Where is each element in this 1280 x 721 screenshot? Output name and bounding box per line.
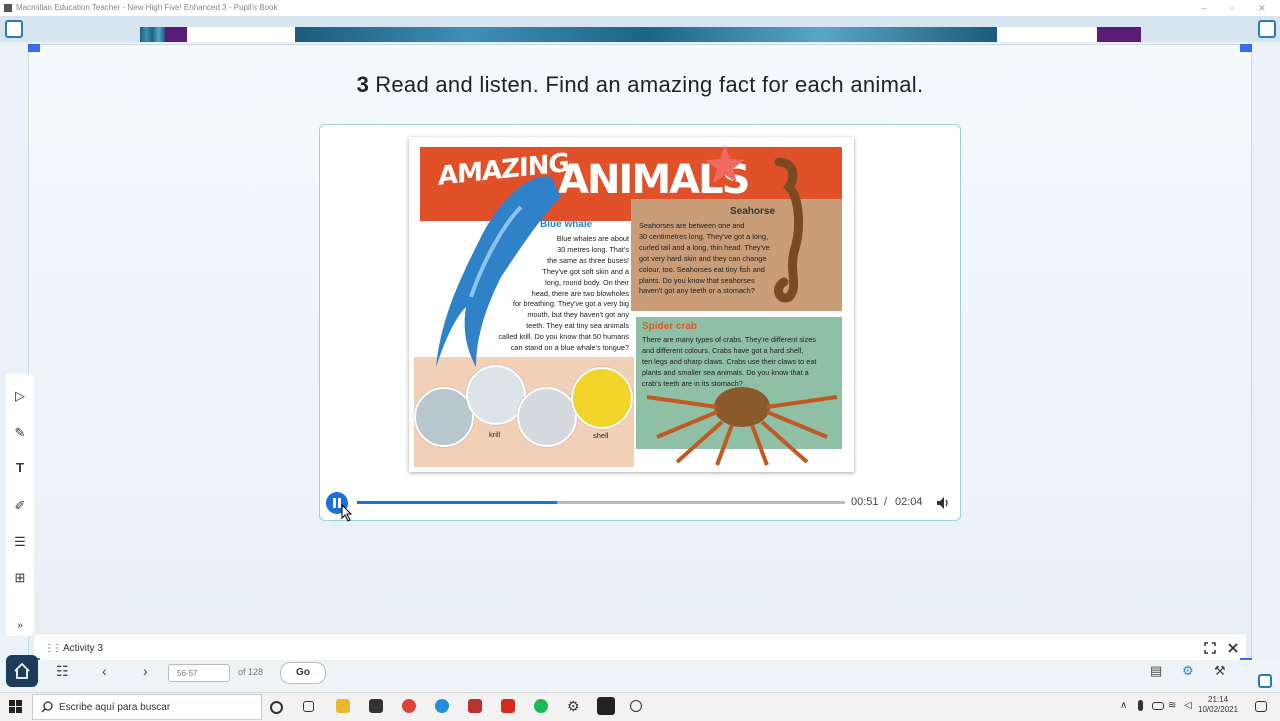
audio-progress-track[interactable] bbox=[357, 501, 845, 504]
taskbar-clock[interactable]: 21:14 10/02/2021 bbox=[1198, 695, 1238, 715]
header-accent-left bbox=[165, 27, 187, 42]
speaker-icon[interactable]: ◁ bbox=[1184, 700, 1198, 714]
notes-icon[interactable]: ☰ bbox=[12, 534, 28, 550]
search-icon bbox=[41, 701, 53, 713]
whale-text: Blue whales are about 30 metres long. Th… bbox=[498, 234, 629, 353]
next-page-icon[interactable]: › bbox=[143, 663, 148, 679]
home-icon bbox=[14, 662, 30, 679]
audio-player: 00:51 / 02:04 bbox=[326, 492, 954, 514]
krill-label: krill bbox=[489, 430, 501, 439]
audio-current-time: 00:51 bbox=[851, 496, 879, 508]
header-gap-left bbox=[187, 27, 295, 42]
activity-number: 3 bbox=[356, 72, 370, 97]
fullscreen-icon[interactable] bbox=[1204, 642, 1216, 654]
close-activity-icon[interactable] bbox=[1227, 642, 1239, 654]
page-number-input[interactable]: 56-57 bbox=[168, 664, 230, 682]
seahorse-circle bbox=[517, 387, 577, 447]
go-button[interactable]: Go bbox=[280, 662, 326, 684]
pointer-icon[interactable]: ▷ bbox=[12, 388, 28, 404]
minimize-button[interactable]: – bbox=[1194, 0, 1214, 16]
windows-start-icon[interactable] bbox=[9, 700, 22, 713]
whale-eating-circle bbox=[414, 387, 474, 447]
audio-time-separator: / bbox=[884, 496, 888, 508]
highlighter-icon[interactable]: ✐ bbox=[12, 498, 28, 514]
clock-app-icon[interactable] bbox=[630, 700, 642, 712]
star-icon bbox=[706, 145, 744, 183]
crab-text: There are many types of crabs. They're d… bbox=[642, 335, 817, 388]
header-accent-right bbox=[1097, 27, 1141, 42]
activity-instruction: Read and listen. Find an amazing fact fo… bbox=[375, 72, 924, 97]
header-image bbox=[295, 27, 997, 42]
spider-crab-image bbox=[646, 387, 838, 466]
expand-toolbar-icon[interactable]: » bbox=[12, 618, 28, 634]
settings-gear-icon[interactable]: ⚙ bbox=[567, 699, 581, 713]
crab-heading: Spider crab bbox=[642, 321, 698, 332]
notifications-icon[interactable] bbox=[1255, 701, 1267, 712]
volume-icon[interactable] bbox=[936, 496, 950, 510]
task-view-icon[interactable] bbox=[303, 701, 314, 712]
battery-icon[interactable] bbox=[1152, 702, 1164, 710]
file-explorer-icon[interactable] bbox=[336, 699, 350, 713]
edge-icon[interactable] bbox=[435, 699, 449, 713]
seahorse-heading: Seahorse bbox=[730, 206, 776, 217]
app-icon bbox=[4, 4, 12, 12]
book-page-image: AMAZING ANIMALS Blue whale Blue whales a… bbox=[409, 137, 854, 472]
resize-handle-top-right[interactable] bbox=[1240, 44, 1252, 52]
activity-bar-label: Activity 3 bbox=[63, 643, 104, 654]
text-tool-icon[interactable]: T bbox=[12, 460, 28, 476]
drag-handle-icon[interactable]: ⋮⋮ bbox=[44, 643, 62, 654]
corner-panel-toggle-icon[interactable] bbox=[1258, 674, 1272, 688]
close-window-button[interactable]: ✕ bbox=[1252, 0, 1272, 16]
layout-icon[interactable]: ⊞ bbox=[12, 570, 28, 586]
settings-icon[interactable]: ⚒ bbox=[1214, 663, 1226, 679]
whale-heading: Blue whale bbox=[540, 219, 593, 230]
taskbar-search-placeholder: Escribe aquí para buscar bbox=[59, 702, 171, 713]
tray-chevron-icon[interactable]: ∧ bbox=[1120, 700, 1134, 714]
left-panel-toggle-icon[interactable] bbox=[5, 20, 23, 38]
activity-heading: 3 Read and listen. Find an amazing fact f… bbox=[0, 72, 1280, 98]
wifi-icon[interactable]: ≋ bbox=[1168, 700, 1182, 714]
store-icon[interactable] bbox=[369, 699, 383, 713]
spotify-icon[interactable] bbox=[534, 699, 548, 713]
resources-icon[interactable]: ▤ bbox=[1150, 663, 1162, 679]
audio-total-time: 02:04 bbox=[895, 496, 923, 508]
home-button[interactable] bbox=[6, 655, 38, 687]
cortana-icon[interactable] bbox=[270, 701, 283, 714]
contents-list-icon[interactable]: ☷ bbox=[56, 663, 69, 680]
seahorse-text: Seahorses are between one and 30 centime… bbox=[639, 221, 770, 296]
audio-progress-fill bbox=[357, 501, 558, 504]
acrobat-icon[interactable] bbox=[501, 699, 515, 713]
annotation-toolbar: ▷ ✎ T ✐ ☰ ⊞ » bbox=[6, 374, 34, 636]
tools-icon[interactable]: ⚙ bbox=[1182, 663, 1194, 679]
shell-label: shell bbox=[593, 431, 609, 440]
maximize-button[interactable]: ▫ bbox=[1222, 0, 1242, 16]
activity-bar: ⋮⋮ Activity 3 bbox=[34, 633, 1246, 662]
taskbar-date: 10/02/2021 bbox=[1198, 705, 1239, 714]
resize-handle-top-left[interactable] bbox=[28, 44, 40, 52]
window-title: Macmillan Education Teacher - New High F… bbox=[16, 3, 278, 12]
window-title-bar: Macmillan Education Teacher - New High F… bbox=[0, 0, 1280, 16]
chrome-icon[interactable] bbox=[402, 699, 416, 713]
taskbar-time: 21:14 bbox=[1208, 695, 1229, 704]
shell-circle bbox=[571, 367, 633, 429]
previous-page-icon[interactable]: ‹ bbox=[102, 663, 107, 679]
header-gap-right bbox=[997, 27, 1097, 42]
app-icon-red[interactable] bbox=[468, 699, 482, 713]
taskbar-search-box[interactable]: Escribe aquí para buscar bbox=[32, 694, 262, 720]
header-image-left bbox=[140, 27, 165, 42]
right-panel-toggle-icon[interactable] bbox=[1258, 20, 1276, 38]
mouse-cursor bbox=[341, 504, 353, 522]
pencil-icon[interactable]: ✎ bbox=[12, 425, 28, 441]
macmillan-app-icon[interactable] bbox=[597, 697, 615, 715]
total-pages-label: of 128 bbox=[238, 667, 264, 677]
microphone-icon[interactable] bbox=[1138, 700, 1143, 711]
